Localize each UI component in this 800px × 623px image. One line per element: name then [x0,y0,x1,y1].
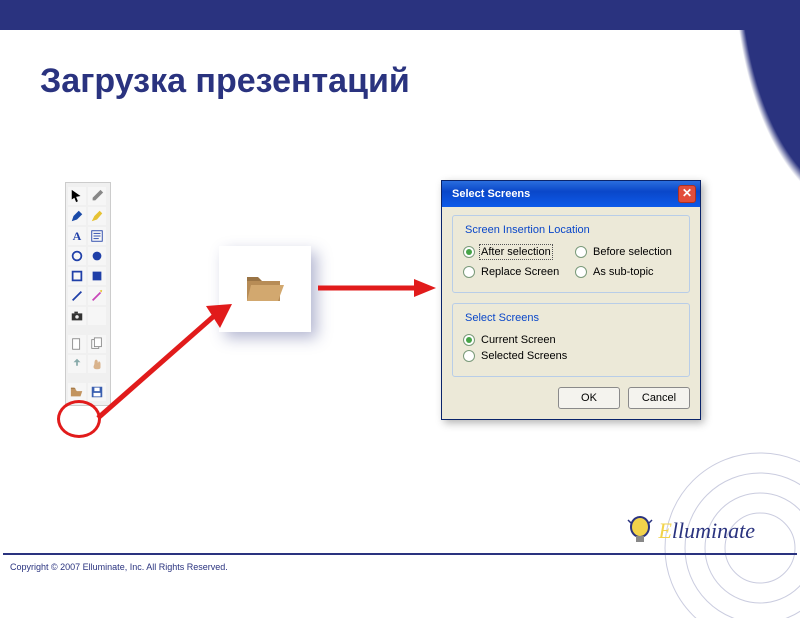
doc-icon[interactable] [68,335,86,353]
line-icon[interactable] [68,287,86,305]
circle-fill-icon[interactable] [88,247,106,265]
ok-button[interactable]: OK [558,387,620,409]
radio-icon [463,246,475,258]
radio-label: After selection [481,246,551,258]
radio-as-subtopic[interactable]: As sub-topic [575,266,679,278]
dialog-title: Select Screens [452,188,530,200]
separator [68,375,108,381]
square-outline-icon[interactable] [68,267,86,285]
text-icon[interactable]: A [68,227,86,245]
share-icon[interactable] [68,355,86,373]
group-legend: Screen Insertion Location [461,224,594,236]
dialog-titlebar: Select Screens ✕ [442,181,700,207]
elluminate-logo: Elluminate [626,516,755,546]
logo-text: Elluminate [658,518,755,544]
radio-icon [575,246,587,258]
radio-label: Selected Screens [481,350,567,362]
radio-label: As sub-topic [593,266,654,278]
stack-icon[interactable] [88,335,106,353]
wand-icon[interactable] [88,287,106,305]
group-legend: Select Screens [461,312,543,324]
save-icon[interactable] [88,383,106,401]
square-fill-icon[interactable] [88,267,106,285]
select-screens-dialog: Select Screens ✕ Screen Insertion Locati… [441,180,701,420]
radio-current-screen[interactable]: Current Screen [463,334,679,346]
radio-after-selection[interactable]: After selection [463,246,567,258]
radio-selected-screens[interactable]: Selected Screens [463,350,679,362]
copyright-text: Copyright © 2007 Elluminate, Inc. All Ri… [10,562,228,572]
insertion-location-group: Screen Insertion Location After selectio… [452,215,690,293]
circle-outline-icon[interactable] [68,247,86,265]
radio-label: Replace Screen [481,266,559,278]
footer-divider [3,553,797,555]
cancel-button[interactable]: Cancel [628,387,690,409]
radio-label: Current Screen [481,334,556,346]
textbox-icon[interactable] [88,227,106,245]
folder-icon-large [219,246,311,332]
lightbulb-icon [626,516,654,546]
camera-icon[interactable] [68,307,86,325]
hand-icon[interactable] [88,355,106,373]
folder-open-icon [244,271,286,307]
page-title: Загрузка презентаций [40,62,410,101]
arrow-icon [92,302,234,424]
radio-before-selection[interactable]: Before selection [575,246,679,258]
radio-icon [463,334,475,346]
radio-icon [575,266,587,278]
blank-icon [88,307,106,325]
radio-icon [463,266,475,278]
arrow-icon [316,277,438,299]
close-button[interactable]: ✕ [678,185,696,203]
pencil-icon[interactable] [68,207,86,225]
select-screens-group: Select Screens Current Screen Selected S… [452,303,690,377]
separator [68,327,108,333]
radio-icon [463,350,475,362]
highlighter-icon[interactable] [88,207,106,225]
folder-open-icon[interactable] [68,383,86,401]
radio-label: Before selection [593,246,672,258]
dialog-buttons: OK Cancel [452,387,690,409]
dialog-body: Screen Insertion Location After selectio… [442,207,700,419]
tool-palette: A [65,182,111,406]
radio-replace-screen[interactable]: Replace Screen [463,266,567,278]
pointer-icon[interactable] [68,187,86,205]
eyedropper-icon[interactable] [88,187,106,205]
